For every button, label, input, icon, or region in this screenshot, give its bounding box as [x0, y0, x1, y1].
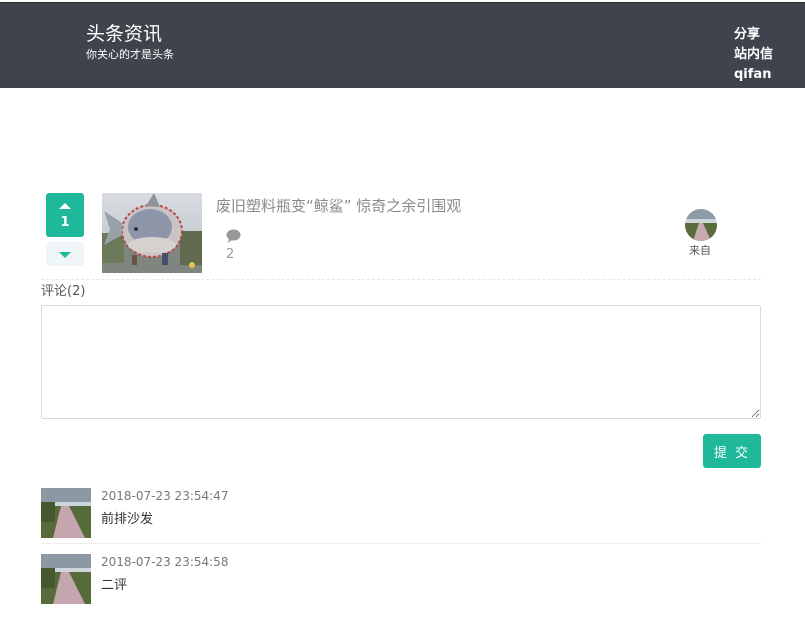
comment-textarea[interactable] [41, 305, 761, 419]
comment-divider [41, 543, 761, 544]
site-tagline: 你关心的才是头条 [86, 48, 174, 61]
whale-shark-image [102, 193, 202, 273]
comment-count: 2 [226, 247, 235, 262]
comment-time: 2018-07-23 23:54:47 [101, 489, 229, 503]
comment-avatar[interactable] [41, 488, 91, 538]
comments-heading: 评论(2) [41, 284, 86, 299]
comment-bubble-icon [226, 229, 241, 243]
vote-up-button[interactable]: 1 [46, 193, 84, 237]
vote-count: 1 [60, 215, 70, 230]
comment-avatar[interactable] [41, 554, 91, 604]
comment-text: 二评 [101, 578, 128, 593]
vote-box: 1 [46, 193, 84, 266]
news-title-link[interactable]: 废旧塑料瓶变“鲸鲨” 惊奇之余引围观 [216, 196, 461, 216]
news-divider [41, 279, 761, 280]
road-avatar-image [685, 209, 717, 241]
nav-link-user[interactable]: qifan [734, 65, 773, 85]
author-label: 来自 [689, 244, 711, 257]
road-avatar-image [41, 554, 91, 604]
header-nav: 分享 站内信 qifan [734, 25, 773, 85]
nav-link-share[interactable]: 分享 [734, 25, 773, 45]
submit-button[interactable]: 提 交 [703, 434, 761, 468]
author-avatar[interactable] [685, 209, 717, 241]
nav-link-messages[interactable]: 站内信 [734, 45, 773, 65]
vote-down-button[interactable] [46, 242, 84, 266]
vote-down-icon [59, 252, 71, 258]
vote-up-icon [59, 203, 71, 209]
comment-text: 前排沙发 [101, 512, 154, 527]
site-title[interactable]: 头条资讯 [86, 22, 162, 46]
road-avatar-image [41, 488, 91, 538]
news-thumbnail[interactable] [102, 193, 202, 273]
top-header: 头条资讯 你关心的才是头条 分享 站内信 qifan [0, 2, 805, 88]
comment-time: 2018-07-23 23:54:58 [101, 555, 229, 569]
